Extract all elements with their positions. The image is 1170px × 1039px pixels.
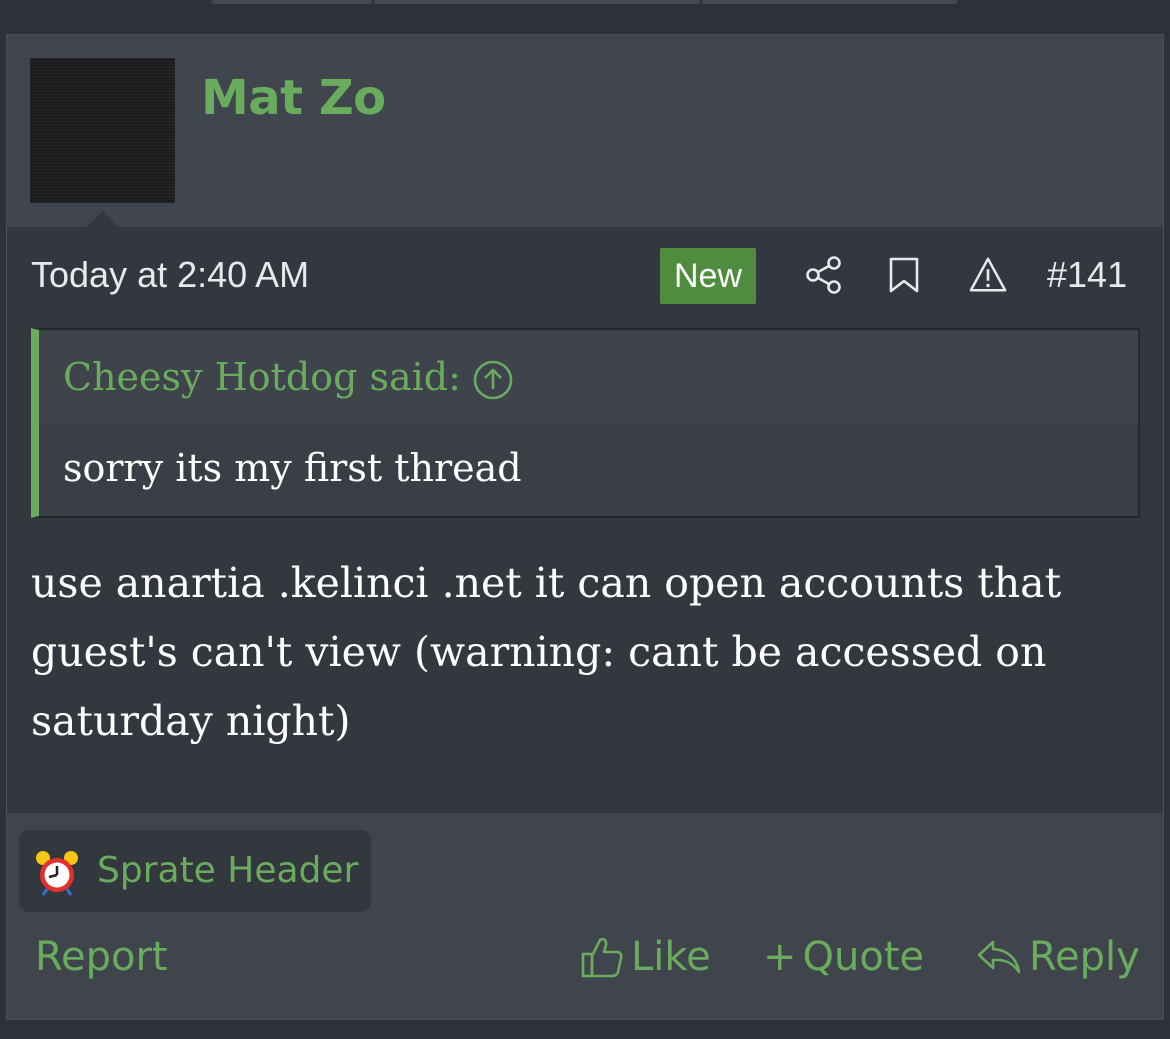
plus-icon: + [763, 934, 797, 980]
header-pointer-arrow [87, 211, 119, 227]
report-button[interactable]: Report [35, 931, 168, 983]
message-line: guest's can't view (warning: cant be acc… [31, 628, 1047, 676]
message-line: use anartia .kelinci .net it can open ac… [31, 559, 1062, 607]
avatar[interactable] [30, 58, 175, 203]
message-line: saturday night) [31, 697, 351, 745]
tab-divider [372, 0, 374, 4]
like-button[interactable]: Like [579, 931, 711, 983]
post-main: Today at 2:40 AM New #141 Cheesy Hotdog … [7, 227, 1163, 813]
quote-jump-button[interactable] [472, 359, 514, 405]
top-tab-bar-remnant [212, 0, 957, 4]
reply-label: Reply [1029, 934, 1140, 980]
report-post-button[interactable] [968, 254, 1008, 296]
post-number-link[interactable]: #141 [1047, 253, 1127, 297]
reply-arrow-icon [977, 940, 1021, 974]
signature-block: Sprate Header [19, 830, 371, 912]
post-message: use anartia .kelinci .net it can open ac… [31, 549, 1131, 756]
like-label: Like [631, 934, 711, 980]
bookmark-button[interactable] [884, 254, 924, 296]
quote-author-link[interactable]: Cheesy Hotdog said: [63, 354, 461, 400]
tab-divider [700, 0, 702, 4]
signature-text[interactable]: Sprate Header [97, 848, 358, 894]
quote-body: sorry its my first thread [39, 423, 1138, 516]
quote-text: sorry its my first thread [63, 446, 522, 490]
share-icon [806, 256, 841, 294]
thumbs-up-icon [581, 937, 623, 978]
share-button[interactable] [804, 254, 844, 296]
reply-button[interactable]: Reply [975, 931, 1140, 983]
arrow-up-circle-icon [473, 360, 513, 400]
bookmark-icon [889, 257, 919, 293]
username-link[interactable]: Mat Zo [201, 69, 386, 127]
warning-icon [969, 257, 1007, 292]
quote-button[interactable]: + Quote [763, 931, 924, 983]
alarm-clock-icon [33, 849, 81, 901]
quote-header: Cheesy Hotdog said: [39, 330, 1138, 423]
post-card: Mat Zo Today at 2:40 AM New #141 Cheesy … [6, 34, 1164, 1020]
report-label: Report [35, 934, 168, 980]
post-timestamp[interactable]: Today at 2:40 AM [31, 253, 309, 297]
quote-block: Cheesy Hotdog said: sorry its my first t… [31, 328, 1140, 518]
quote-label: Quote [802, 934, 925, 980]
post-user-header: Mat Zo [7, 35, 1163, 227]
new-badge: New [660, 248, 756, 304]
